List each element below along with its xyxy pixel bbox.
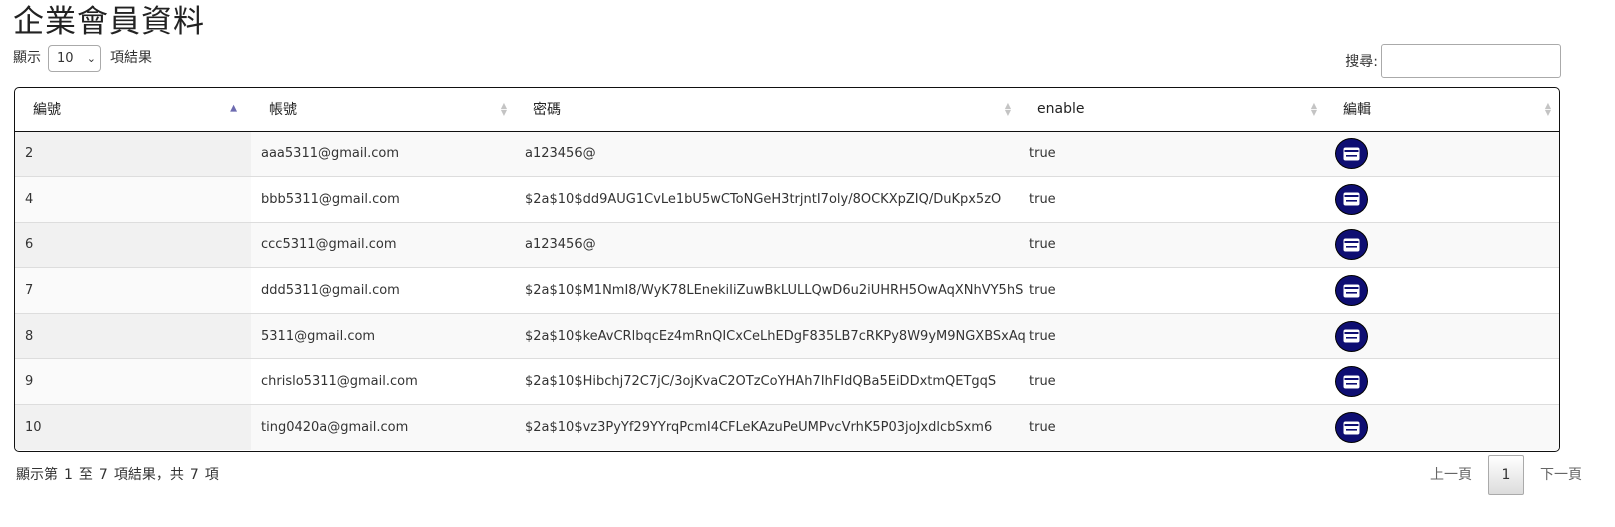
page-title: 企業會員資料 xyxy=(13,4,205,40)
cell-id: 2 xyxy=(15,131,251,177)
page-number-button[interactable]: 1 xyxy=(1488,455,1524,495)
column-header-account[interactable]: 帳號 ▲ ▼ xyxy=(251,88,515,132)
search-input[interactable] xyxy=(1381,44,1561,78)
next-page-button[interactable]: 下一頁 xyxy=(1524,455,1598,495)
cell-password: $2a$10$keAvCRlbqcEz4mRnQICxCeLhEDgF835LB… xyxy=(515,312,1026,359)
card-icon xyxy=(1343,192,1360,206)
sort-both-icon: ▲ ▼ xyxy=(500,101,507,118)
cell-id: 10 xyxy=(15,404,251,451)
search-label: 搜尋: xyxy=(1345,54,1378,70)
table-row: 4 bbb5311@gmail.com $2a$10$dd9AUG1CvLe1b… xyxy=(15,176,1559,223)
column-header-edit[interactable]: 編輯 ▲ ▼ xyxy=(1325,88,1559,132)
card-icon xyxy=(1343,329,1360,343)
chevron-down-icon: ⌄ xyxy=(86,52,96,65)
page-length-control: 顯示 10 ⌄ 項結果 xyxy=(13,45,152,72)
cell-edit xyxy=(1325,176,1559,223)
cell-edit xyxy=(1325,404,1559,451)
cell-password: a123456@ xyxy=(515,221,1019,268)
info-to: 至 xyxy=(78,467,93,483)
card-icon xyxy=(1343,421,1360,435)
info-mid: 項結果，共 xyxy=(113,467,184,483)
table-row: 7 ddd5311@gmail.com $2a$10$M1NmI8/WyK78L… xyxy=(15,267,1559,314)
cell-account: chrislo5311@gmail.com xyxy=(251,358,515,405)
cell-edit xyxy=(1325,221,1559,268)
cell-edit xyxy=(1325,131,1559,177)
length-prefix-label: 顯示 xyxy=(13,50,41,66)
cell-enable: true xyxy=(1019,267,1325,314)
info-suffix: 項 xyxy=(204,467,219,483)
card-icon xyxy=(1343,375,1360,389)
cell-account: ting0420a@gmail.com xyxy=(251,404,515,451)
cell-account: aaa5311@gmail.com xyxy=(251,131,515,177)
edit-button[interactable] xyxy=(1335,412,1368,444)
cell-edit xyxy=(1325,312,1559,359)
cell-enable: true xyxy=(1019,176,1325,223)
edit-button[interactable] xyxy=(1335,138,1368,170)
cell-password: $2a$10$vz3PyYf29YYrqPcmI4CFLeKAzuPeUMPvc… xyxy=(515,404,1019,451)
table-row: 6 ccc5311@gmail.com a123456@ true xyxy=(15,221,1559,268)
cell-enable: true xyxy=(1019,131,1325,177)
info-start: 1 xyxy=(64,467,73,483)
length-suffix-label: 項結果 xyxy=(110,50,152,66)
cell-account: bbb5311@gmail.com xyxy=(251,176,515,223)
column-header-id[interactable]: 編號 ▲ xyxy=(15,88,251,132)
cell-id: 4 xyxy=(15,176,251,223)
cell-enable: true xyxy=(1019,312,1325,359)
page-length-select[interactable]: 10 ⌄ xyxy=(48,45,101,72)
table-header-row: 編號 ▲ 帳號 ▲ ▼ 密碼 ▲ ▼ enable ▲ ▼ 編輯 ▲ ▼ xyxy=(15,88,1559,132)
table-info: 顯示第 1 至 7 項結果，共 7 項 xyxy=(13,464,222,484)
cell-account: 5311@gmail.com xyxy=(251,312,515,359)
sort-both-icon: ▲ ▼ xyxy=(1004,101,1011,118)
table-row: 2 aaa5311@gmail.com a123456@ true xyxy=(15,131,1559,177)
pagination: 上一頁 1 下一頁 xyxy=(1414,455,1598,495)
table-row: 8 5311@gmail.com $2a$10$keAvCRlbqcEz4mRn… xyxy=(15,312,1559,359)
cell-account: ddd5311@gmail.com xyxy=(251,267,515,314)
edit-button[interactable] xyxy=(1335,366,1368,398)
cell-password: $2a$10$M1NmI8/WyK78LEnekiIiZuwBkLULLQwD6… xyxy=(515,267,1023,314)
cell-id: 9 xyxy=(15,358,251,405)
column-header-enable[interactable]: enable ▲ ▼ xyxy=(1019,88,1325,132)
cell-edit xyxy=(1325,267,1559,314)
edit-button[interactable] xyxy=(1335,183,1368,215)
sort-ascending-icon: ▲ xyxy=(230,103,237,114)
edit-button[interactable] xyxy=(1335,320,1368,352)
page-length-value: 10 xyxy=(57,51,74,66)
info-total: 7 xyxy=(189,467,199,483)
column-header-label: 帳號 xyxy=(269,102,297,119)
sort-both-icon: ▲ ▼ xyxy=(1544,101,1551,118)
column-header-password[interactable]: 密碼 ▲ ▼ xyxy=(515,88,1019,132)
edit-button[interactable] xyxy=(1335,275,1368,307)
previous-page-button[interactable]: 上一頁 xyxy=(1414,455,1488,495)
table-row: 10 ting0420a@gmail.com $2a$10$vz3PyYf29Y… xyxy=(15,404,1559,451)
column-header-label: enable xyxy=(1037,101,1085,118)
info-prefix: 顯示第 xyxy=(16,467,58,483)
column-header-label: 編號 xyxy=(33,102,61,119)
cell-edit xyxy=(1325,358,1559,405)
card-icon xyxy=(1343,238,1360,252)
sort-both-icon: ▲ ▼ xyxy=(1310,101,1317,118)
cell-id: 7 xyxy=(15,267,251,314)
cell-password: a123456@ xyxy=(515,131,1019,177)
column-header-label: 密碼 xyxy=(533,102,561,119)
cell-password: $2a$10$Hibchj72C7jC/3ojKvaC2OTzCoYHAh7Ih… xyxy=(515,358,1019,405)
data-table: 編號 ▲ 帳號 ▲ ▼ 密碼 ▲ ▼ enable ▲ ▼ 編輯 ▲ ▼ 2 aaa5311@gm… xyxy=(14,87,1560,452)
card-icon xyxy=(1343,284,1360,298)
info-end: 7 xyxy=(98,467,108,483)
cell-enable: true xyxy=(1019,221,1325,268)
table-row: 9 chrislo5311@gmail.com $2a$10$Hibchj72C… xyxy=(15,358,1559,405)
cell-id: 6 xyxy=(15,221,251,268)
cell-enable: true xyxy=(1019,358,1325,405)
cell-id: 8 xyxy=(15,312,251,359)
cell-password: $2a$10$dd9AUG1CvLe1bU5wCToNGeH3trjntI7ol… xyxy=(515,176,1019,223)
card-icon xyxy=(1343,147,1360,161)
cell-enable: true xyxy=(1019,404,1325,451)
column-header-label: 編輯 xyxy=(1343,102,1371,119)
edit-button[interactable] xyxy=(1335,229,1368,261)
cell-account: ccc5311@gmail.com xyxy=(251,221,515,268)
search-control: 搜尋: xyxy=(1345,44,1561,78)
